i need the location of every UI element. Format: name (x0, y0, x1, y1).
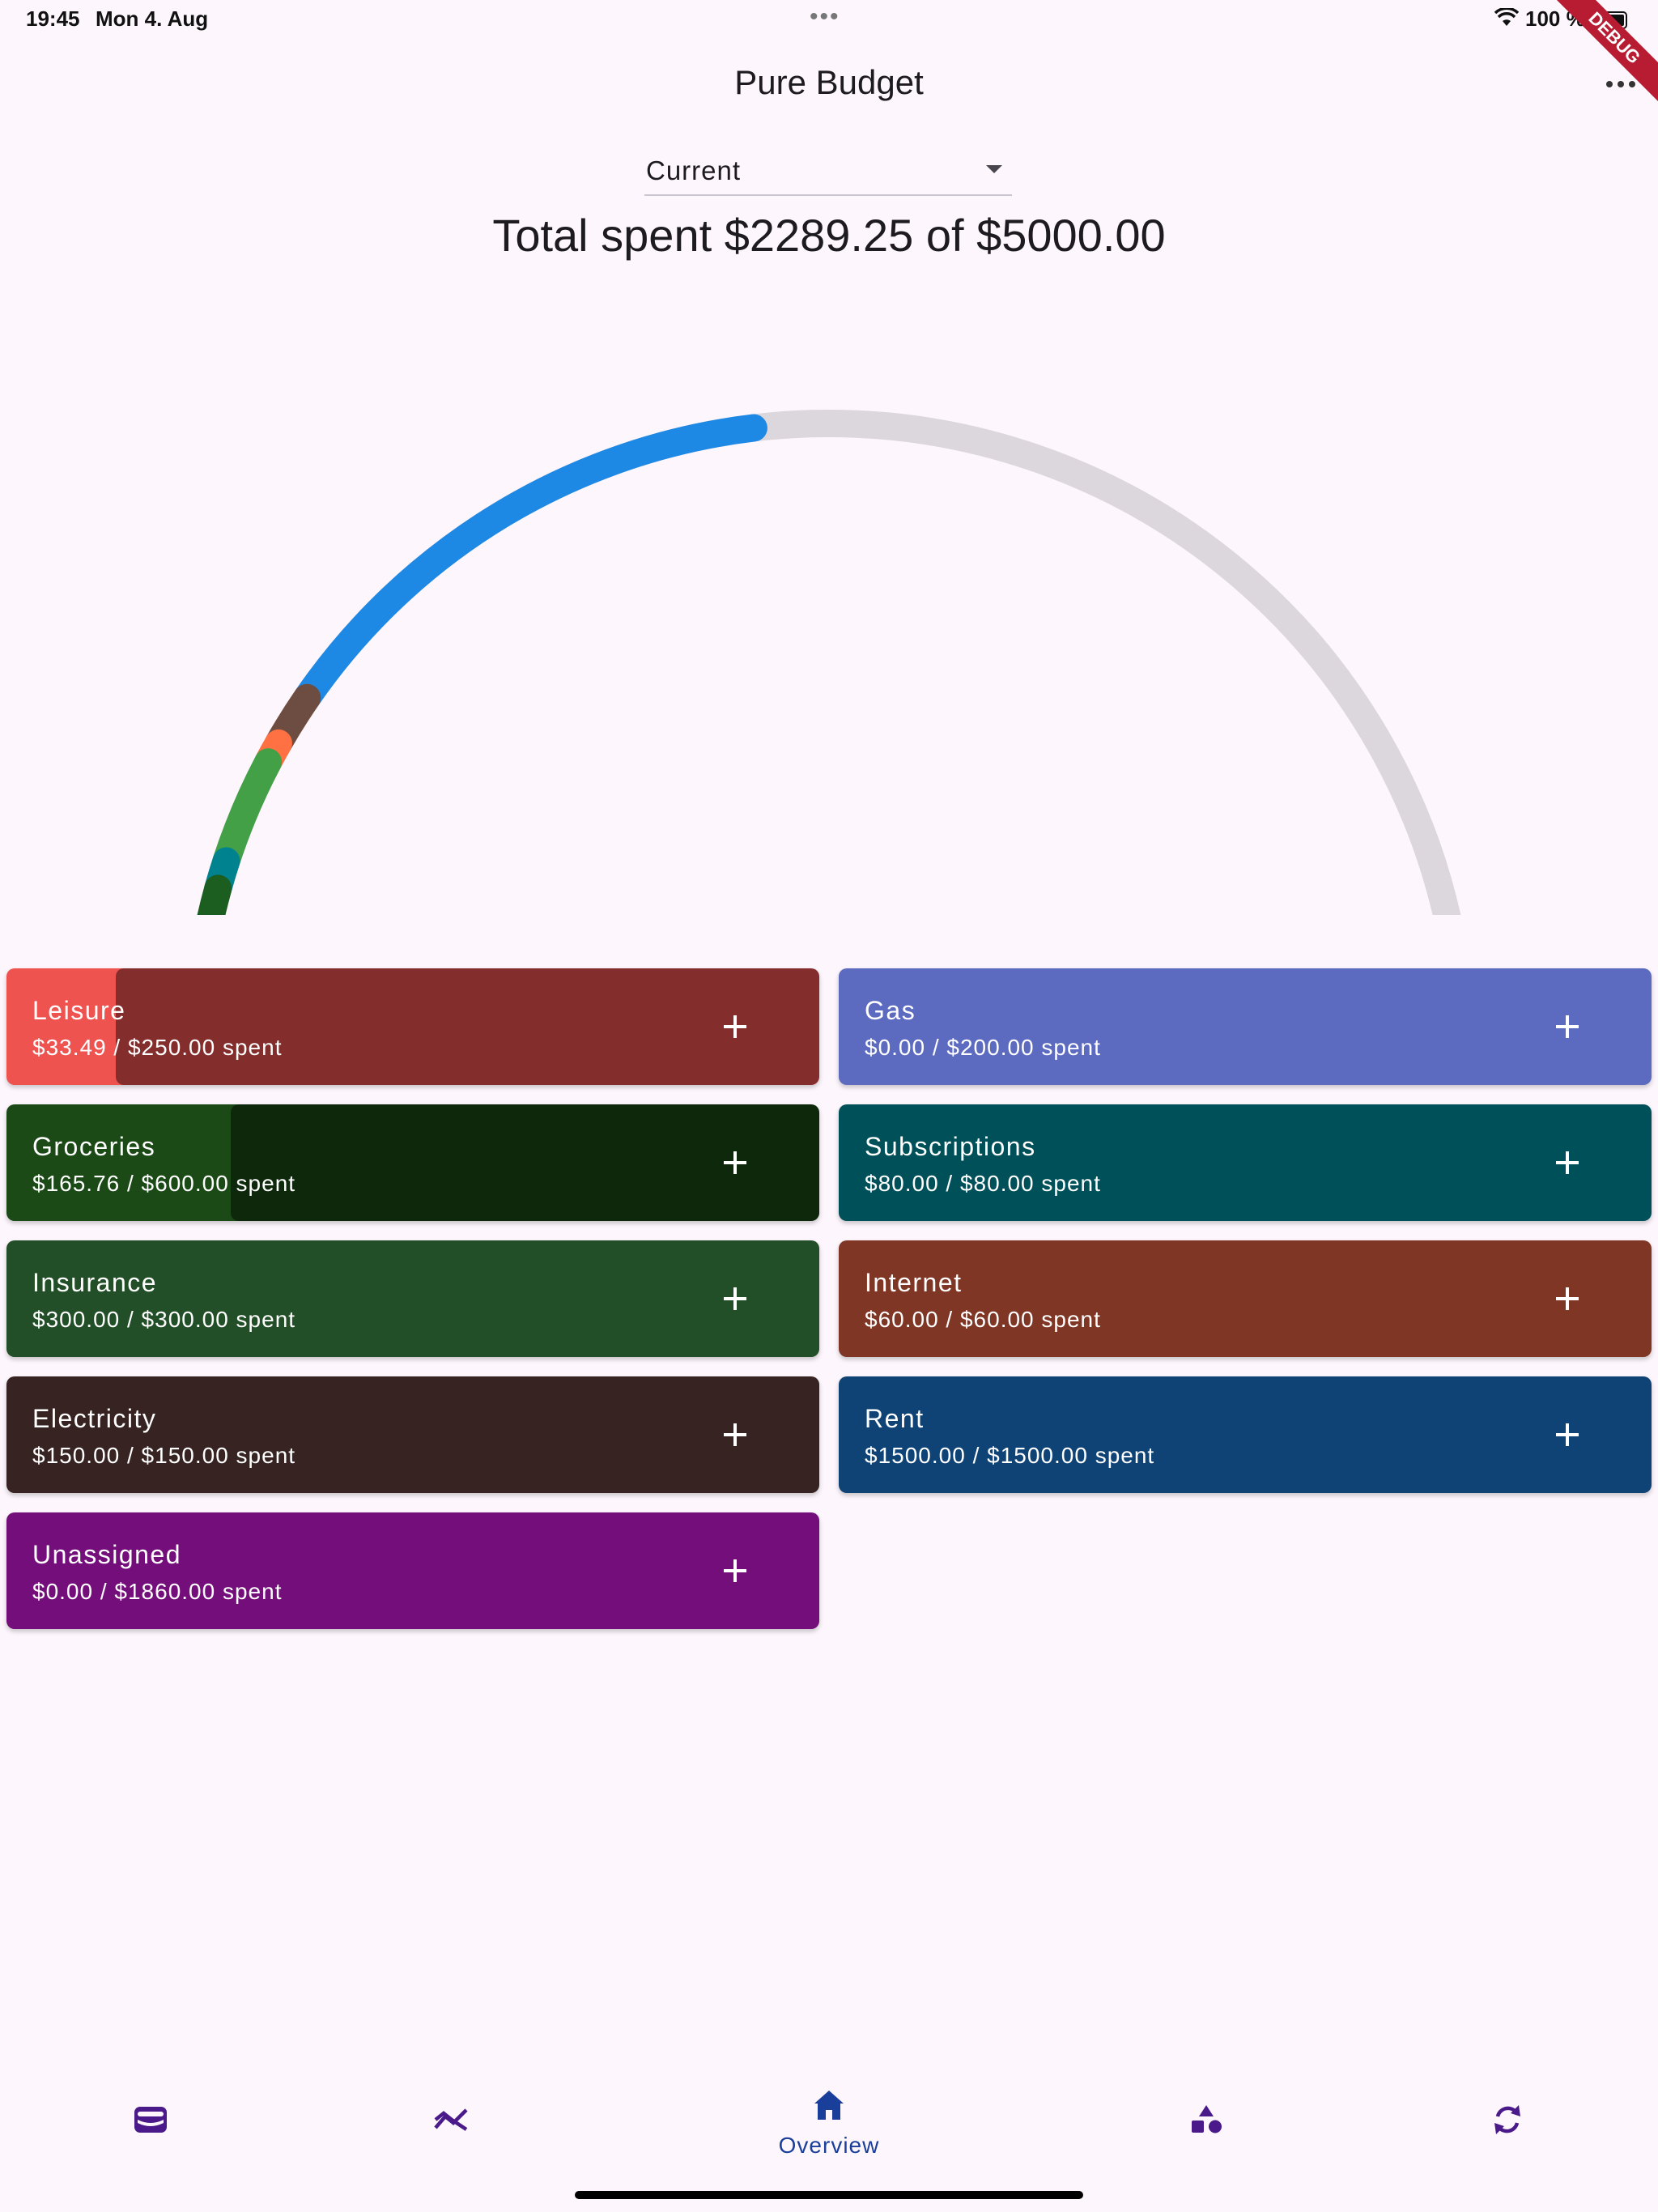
home-indicator (575, 2191, 1083, 2199)
add-expense-button[interactable] (719, 1283, 751, 1315)
app-title: Pure Budget (734, 63, 924, 101)
category-amount: $150.00 / $150.00 spent (32, 1443, 296, 1468)
gauge-track (197, 410, 1461, 915)
category-card-groceries[interactable]: Groceries $165.76 / $600.00 spent (6, 1104, 819, 1221)
nav-item-trends[interactable] (387, 2071, 517, 2168)
nav-label-overview: Overview (778, 2133, 880, 2158)
category-amount: $0.00 / $1860.00 spent (32, 1579, 283, 1604)
nav-item-wallet[interactable] (86, 2071, 215, 2168)
category-card-subscriptions[interactable]: Subscriptions $80.00 / $80.00 spent (839, 1104, 1652, 1221)
nav-item-overview[interactable]: Overview (716, 2071, 942, 2168)
category-name: Leisure (32, 996, 126, 1025)
category-amount: $80.00 / $80.00 spent (865, 1171, 1101, 1196)
nav-item-categories[interactable] (1141, 2071, 1271, 2168)
gauge-segment-rent (293, 414, 767, 712)
category-card-insurance[interactable]: Insurance $300.00 / $300.00 spent (6, 1240, 819, 1357)
category-amount: $60.00 / $60.00 spent (865, 1307, 1101, 1332)
category-name: Groceries (32, 1132, 156, 1161)
sync-icon (1494, 2105, 1520, 2134)
add-expense-button[interactable] (719, 1419, 751, 1451)
add-expense-button[interactable] (1551, 1010, 1584, 1043)
status-bar: 19:45 Mon 4. Aug ••• 100 % (0, 0, 1658, 39)
category-amount: $300.00 / $300.00 spent (32, 1307, 296, 1332)
period-value: Current (646, 155, 742, 185)
add-expense-button[interactable] (719, 1010, 751, 1043)
gauge-segment-groceries (197, 874, 232, 915)
category-name: Subscriptions (865, 1132, 1036, 1161)
add-expense-button[interactable] (1551, 1419, 1584, 1451)
category-amount: $165.76 / $600.00 spent (32, 1171, 296, 1196)
category-name: Gas (865, 996, 916, 1025)
more-options-button[interactable] (1596, 68, 1645, 100)
category-amount: $0.00 / $200.00 spent (865, 1035, 1101, 1060)
wallet-icon (134, 2107, 167, 2133)
caret-down-icon (986, 165, 1002, 173)
category-name: Unassigned (32, 1540, 181, 1569)
status-time: 19:45 (26, 6, 80, 31)
total-spent-text: Total spent $2289.25 of $5000.00 (492, 210, 1166, 261)
category-card-gas[interactable]: Gas $0.00 / $200.00 spent (839, 968, 1652, 1085)
category-amount: $1500.00 / $1500.00 spent (865, 1443, 1155, 1468)
category-name: Rent (865, 1404, 925, 1433)
category-card-unassigned[interactable]: Unassigned $0.00 / $1860.00 spent (6, 1512, 819, 1629)
gauge-segment-insurance (212, 748, 283, 875)
add-expense-button[interactable] (719, 1146, 751, 1179)
shapes-icon (1192, 2105, 1222, 2133)
wifi-icon (1494, 6, 1520, 32)
nav-item-recurring[interactable] (1443, 2071, 1572, 2168)
more-horizontal-icon (1606, 81, 1635, 87)
add-expense-button[interactable] (719, 1555, 751, 1587)
add-expense-button[interactable] (1551, 1283, 1584, 1315)
category-remaining-bar (115, 968, 819, 1085)
category-name: Insurance (32, 1268, 158, 1297)
multitasking-dots-icon[interactable]: ••• (810, 3, 840, 31)
home-icon (814, 2091, 844, 2120)
status-date: Mon 4. Aug (96, 6, 209, 31)
trending-icon (434, 2108, 468, 2131)
period-dropdown[interactable]: Current (644, 147, 1012, 196)
category-card-leisure[interactable]: Leisure $33.49 / $250.00 spent (6, 968, 819, 1085)
add-expense-button[interactable] (1551, 1146, 1584, 1179)
category-card-internet[interactable]: Internet $60.00 / $60.00 spent (839, 1240, 1652, 1357)
category-amount: $33.49 / $250.00 spent (32, 1035, 283, 1060)
spending-gauge (197, 410, 1461, 915)
category-card-electricity[interactable]: Electricity $150.00 / $150.00 spent (6, 1376, 819, 1493)
category-card-rent[interactable]: Rent $1500.00 / $1500.00 spent (839, 1376, 1652, 1493)
category-name: Electricity (32, 1404, 157, 1433)
category-name: Internet (865, 1268, 963, 1297)
